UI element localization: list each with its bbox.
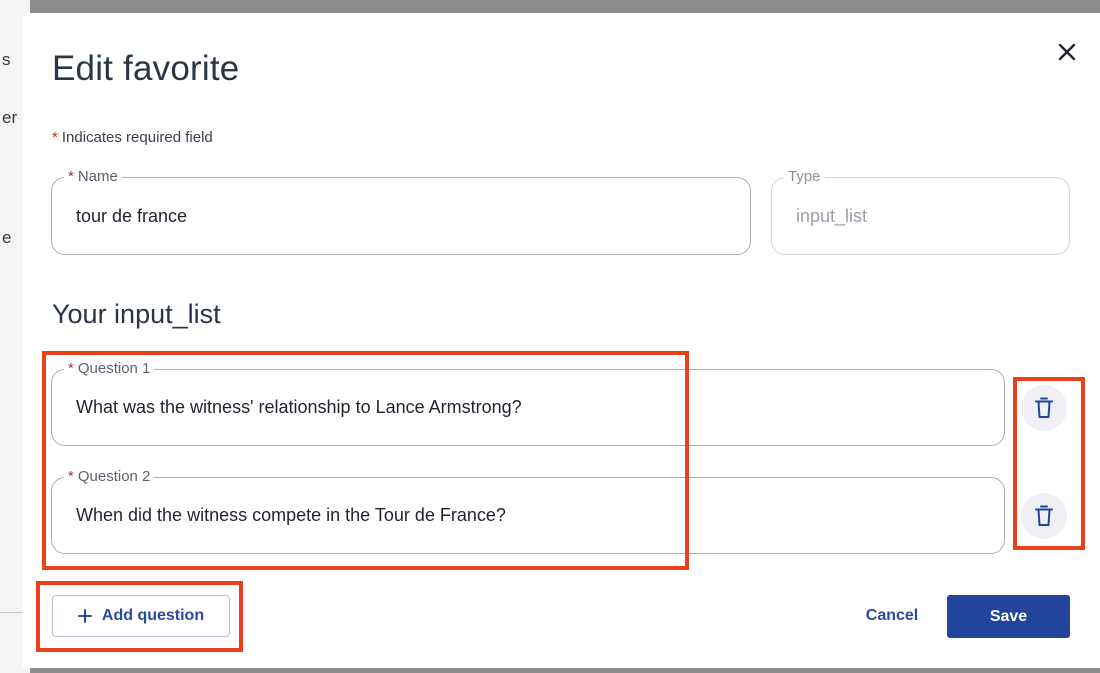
add-question-button[interactable]: Add question — [52, 595, 230, 637]
edit-favorite-dialog: Edit favorite * Indicates required field … — [22, 13, 1100, 668]
required-field-note: * Indicates required field — [52, 129, 213, 146]
trash-icon — [1035, 397, 1053, 418]
question-1-input[interactable] — [76, 370, 988, 445]
required-star: * — [52, 129, 58, 146]
required-star: * — [68, 468, 74, 485]
background-text: s — [2, 50, 11, 69]
question-2-field: * Question 2 — [51, 467, 1005, 554]
delete-question-1-button[interactable] — [1021, 385, 1067, 431]
add-question-label: Add question — [101, 607, 205, 624]
input-list-heading: Your input_list — [52, 299, 221, 329]
plus-icon — [77, 609, 92, 623]
type-input — [796, 178, 1053, 254]
background-text: e — [2, 228, 12, 247]
delete-question-2-button[interactable] — [1021, 493, 1067, 539]
name-field: * Name — [51, 167, 751, 255]
close-icon — [1058, 43, 1076, 61]
name-input[interactable] — [76, 178, 734, 254]
save-button[interactable]: Save — [947, 595, 1070, 638]
background-text: er — [2, 108, 18, 127]
trash-icon — [1035, 505, 1053, 526]
required-star: * — [68, 168, 74, 185]
type-field: Type — [771, 167, 1070, 255]
dialog-title: Edit favorite — [52, 49, 240, 88]
question-1-field: * Question 1 — [51, 359, 1005, 446]
required-note-text: Indicates required field — [61, 129, 213, 146]
question-2-input[interactable] — [76, 478, 988, 553]
close-button[interactable] — [1052, 37, 1082, 67]
cancel-button[interactable]: Cancel — [850, 595, 934, 637]
required-star: * — [68, 360, 74, 377]
